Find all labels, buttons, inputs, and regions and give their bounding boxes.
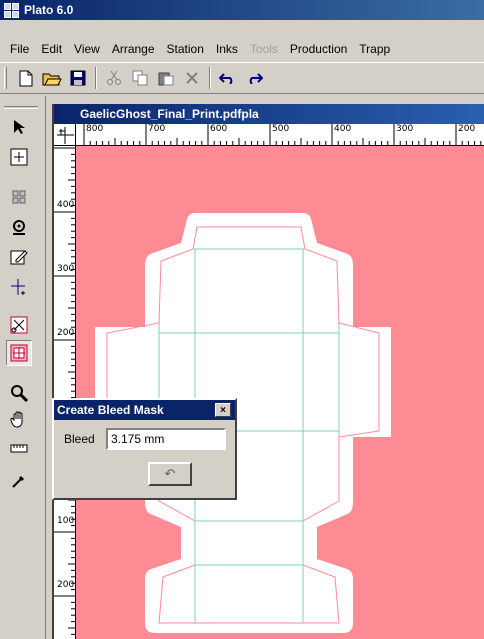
dialog-title: Create Bleed Mask <box>57 403 164 417</box>
vertical-ruler[interactable]: 400 300 200 100 200 <box>54 146 76 639</box>
open-folder-icon[interactable] <box>40 66 64 90</box>
mark-position-icon[interactable] <box>6 274 32 300</box>
app-icon <box>4 2 20 18</box>
bleed-mask-icon[interactable] <box>6 340 32 366</box>
ruler-icon[interactable] <box>6 436 32 462</box>
cut-icon <box>102 66 126 90</box>
toolbar-separator <box>209 67 211 89</box>
main-toolbar <box>0 62 484 94</box>
apply-button[interactable]: ↶ <box>148 462 192 486</box>
eyedropper-icon[interactable] <box>6 468 32 494</box>
trim-marks-icon[interactable] <box>6 312 32 338</box>
ruler-v-label: 200 <box>57 580 75 590</box>
move-to-center-icon[interactable] <box>6 144 32 170</box>
menu-view[interactable]: View <box>68 42 106 56</box>
undo-icon[interactable] <box>216 66 240 90</box>
ruler-v-label: 400 <box>57 200 75 210</box>
toolbar-separator <box>95 67 97 89</box>
menu-production[interactable]: Production <box>284 42 353 56</box>
target-icon[interactable] <box>6 214 32 240</box>
create-bleed-mask-dialog: Create Bleed Mask × Bleed 3.175 mm ↶ <box>52 398 237 500</box>
menu-trapping[interactable]: Trapp <box>353 42 396 56</box>
ruler-v-label: 100 <box>57 516 75 526</box>
document-window: GaelicGhost_Final_Print.pdfpla 800 700 6… <box>52 104 484 639</box>
paste-icon[interactable] <box>154 66 178 90</box>
tool-palette <box>0 96 46 639</box>
document-title: GaelicGhost_Final_Print.pdfpla <box>80 107 259 121</box>
horizontal-ruler[interactable]: 800 700 600 500 400 300 200 <box>76 124 484 146</box>
hand-icon[interactable] <box>6 406 32 432</box>
delete-icon <box>180 66 204 90</box>
select-arrow-icon[interactable] <box>6 114 32 140</box>
bleed-label: Bleed <box>64 432 95 446</box>
menu-tools: Tools <box>249 42 278 56</box>
toolbar-grip[interactable] <box>4 67 7 89</box>
ruler-h-label: 800 <box>86 124 104 134</box>
ruler-h-label: 500 <box>272 124 290 134</box>
grid-icon[interactable] <box>6 184 32 210</box>
layout-canvas[interactable] <box>77 147 484 639</box>
palette-grip[interactable] <box>4 106 38 109</box>
menu-file[interactable]: File <box>4 42 35 56</box>
copy-icon <box>128 66 152 90</box>
close-button[interactable]: × <box>215 403 231 417</box>
undo-arrow-icon: ↶ <box>164 466 176 481</box>
document-title-bar[interactable]: GaelicGhost_Final_Print.pdfpla <box>54 104 484 124</box>
ruler-v-label: 200 <box>57 328 75 338</box>
menu-station[interactable]: Station <box>161 42 210 56</box>
redo-icon[interactable] <box>242 66 266 90</box>
dialog-title-bar[interactable]: Create Bleed Mask × <box>54 400 235 420</box>
ruler-h-label: 600 <box>210 124 228 134</box>
ruler-h-label: 300 <box>396 124 414 134</box>
zoom-icon[interactable] <box>6 380 32 406</box>
menu-edit[interactable]: Edit <box>35 42 68 56</box>
window-title-bar: Plato 6.0 <box>0 0 484 20</box>
dieline-artwork[interactable] <box>77 147 484 639</box>
save-icon[interactable] <box>66 66 90 90</box>
bleed-input[interactable]: 3.175 mm <box>106 428 226 450</box>
edit-path-icon[interactable] <box>6 244 32 270</box>
ruler-h-label: 700 <box>148 124 166 134</box>
menu-inks[interactable]: Inks <box>210 42 244 56</box>
ruler-h-label: 400 <box>334 124 352 134</box>
menu-bar: File Edit View Arrange Station Inks Tool… <box>0 38 484 60</box>
ruler-corner[interactable] <box>54 124 76 146</box>
ruler-v-label: 300 <box>57 264 75 274</box>
menu-arrange[interactable]: Arrange <box>106 42 161 56</box>
new-document-icon[interactable] <box>14 66 38 90</box>
ruler-h-label: 200 <box>458 124 476 134</box>
app-title: Plato 6.0 <box>24 3 74 17</box>
